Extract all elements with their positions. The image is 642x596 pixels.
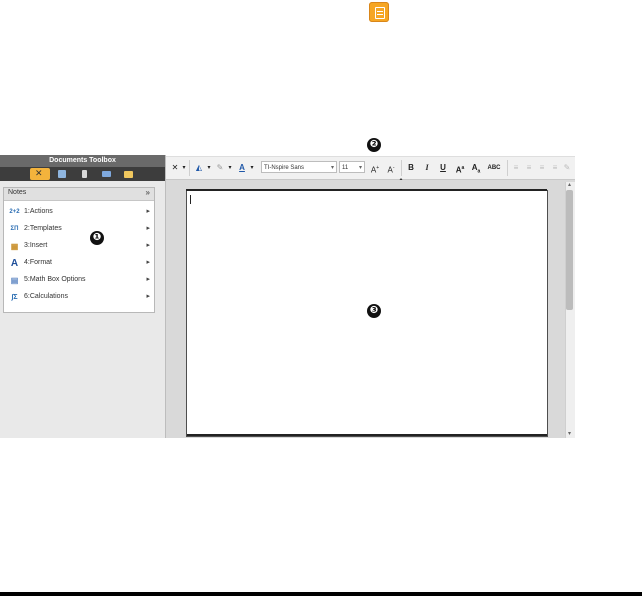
tab-library[interactable] [96, 168, 116, 180]
chevron-down-icon: ▾ [330, 165, 334, 171]
chevron-down-icon: ▾ [358, 165, 362, 171]
menu-item-label: 3:Insert [24, 242, 48, 249]
chevron-right-icon: ▸ [146, 242, 150, 249]
editor-top-border [186, 189, 547, 191]
callout-3: ❸ [367, 304, 381, 318]
scroll-up-icon[interactable]: ▴ [566, 182, 573, 188]
underline-button[interactable]: U [438, 161, 448, 175]
collapse-icon[interactable]: » [146, 188, 150, 197]
bold-button[interactable]: B [406, 161, 416, 175]
menu-item-format[interactable]: A 4:Format ▸ [4, 255, 154, 272]
chevron-right-icon: ▸ [146, 276, 150, 283]
divider [189, 160, 190, 176]
actions-icon: 2+2 [9, 209, 20, 215]
menu-item-label: 5:Math Box Options [24, 276, 86, 283]
menu-item-templates[interactable]: ΣΠ 2:Templates ▸ [4, 221, 154, 238]
divider [401, 160, 402, 176]
notes-menu-panel: Notes » 2+2 1:Actions ▸ ΣΠ 2:Templates ▸… [3, 187, 155, 313]
chevron-down-icon[interactable]: ▾ [206, 161, 212, 175]
strikethrough-button[interactable]: ABC [486, 161, 502, 175]
tools-icon: ✕ [35, 168, 43, 178]
tab-content-explorer[interactable] [118, 168, 138, 180]
math-box-options-icon: ▤ [10, 276, 19, 285]
tools-menu-icon[interactable]: ✕ [169, 161, 181, 175]
font-family-select[interactable]: TI-Nspire Sans ▾ [261, 161, 337, 173]
tab-variables[interactable] [74, 168, 94, 180]
chevron-right-icon: ▸ [146, 208, 150, 215]
scroll-down-icon[interactable]: ▾ [566, 431, 573, 437]
highlight-icon[interactable]: ✎ [214, 161, 226, 175]
notes-header[interactable]: Notes » [4, 188, 154, 201]
align-left-icon[interactable]: ≡ [511, 161, 521, 175]
chevron-right-icon: ▸ [146, 225, 150, 232]
text-cursor [190, 195, 191, 204]
increase-font-icon[interactable]: A+ [369, 161, 381, 175]
chevron-down-icon[interactable]: ▾ [227, 161, 233, 175]
chevron-right-icon: ▸ [146, 293, 150, 300]
divider [507, 160, 508, 176]
callout-1: ❶ [90, 231, 104, 245]
calculations-icon: ∫Σ [11, 294, 18, 301]
menu-item-label: 6:Calculations [24, 293, 68, 300]
menu-item-label: 4:Format [24, 259, 53, 266]
subscript-button[interactable]: Aa [470, 161, 482, 175]
notes-format-toolbar: ✕ ▾ ◭ ▾ ✎ ▾ A ▾ TI-Nspire Sans ▾ 11 ▾ A+… [166, 156, 575, 180]
align-right-icon[interactable]: ≡ [537, 161, 547, 175]
menu-item-actions[interactable]: 2+2 1:Actions ▸ [4, 204, 154, 221]
toolbox-tabs: ✕ [0, 167, 165, 181]
clear-format-icon[interactable]: ✎ [562, 161, 572, 175]
justify-icon[interactable]: ≡ [550, 161, 560, 175]
tab-tools[interactable]: ✕ [30, 168, 50, 180]
menu-item-math-box-options[interactable]: ▤ 5:Math Box Options ▸ [4, 272, 154, 289]
content-explorer-icon [124, 171, 133, 178]
toolbox-title: Documents Toolbox [0, 155, 165, 167]
chevron-down-icon[interactable]: ▾ [249, 161, 255, 175]
documents-toolbox: Documents Toolbox ✕ Notes » 2+2 1:Action… [0, 155, 166, 438]
templates-icon: ΣΠ [10, 226, 19, 232]
italic-button[interactable]: I [422, 161, 432, 175]
superscript-button[interactable]: Aa [454, 161, 466, 175]
decrease-font-icon[interactable]: A- [385, 161, 397, 175]
bottom-rule [0, 592, 642, 596]
scrollbar-thumb[interactable] [566, 190, 573, 310]
fill-color-icon[interactable]: ◭ [193, 161, 205, 175]
chevron-down-icon[interactable]: ▾ [181, 161, 187, 175]
notes-app-icon [369, 2, 389, 22]
align-center-icon[interactable]: ≡ [524, 161, 534, 175]
insert-icon: ▦ [10, 242, 19, 251]
text-color-icon[interactable]: A [236, 161, 248, 175]
menu-item-calculations[interactable]: ∫Σ 6:Calculations ▸ [4, 289, 154, 306]
chevron-right-icon: ▸ [146, 259, 150, 266]
menu-item-insert[interactable]: ▦ 3:Insert ▸ [4, 238, 154, 255]
menu-item-label: 2:Templates [24, 225, 62, 232]
font-size-select[interactable]: 11 ▾ [339, 161, 365, 173]
notes-header-title: Notes [8, 189, 27, 196]
page-sorter-icon [58, 170, 66, 178]
variables-icon [82, 170, 87, 178]
library-icon [102, 171, 111, 177]
font-size-value: 11 [342, 165, 349, 171]
callout-2: ❷ [367, 138, 381, 152]
font-family-value: TI-Nspire Sans [264, 165, 305, 171]
menu-item-label: 1:Actions [24, 208, 53, 215]
format-icon: A [10, 258, 19, 269]
tab-page-sorter[interactable] [52, 168, 72, 180]
